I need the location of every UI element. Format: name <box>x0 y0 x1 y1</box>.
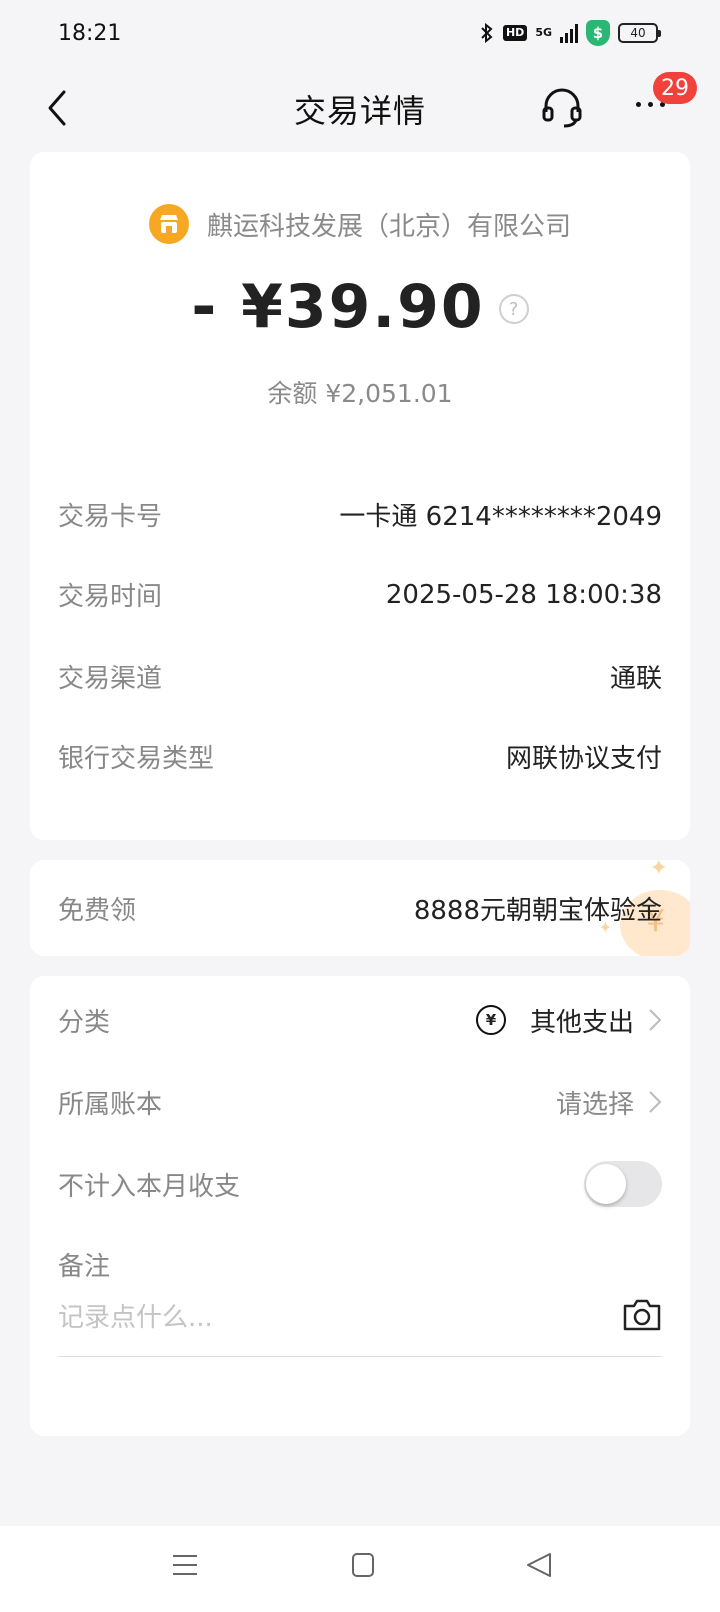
category-row[interactable]: 分类 ¥ 其他支出 <box>58 990 662 1050</box>
amount-row: - ¥39.90 ? <box>30 272 690 342</box>
book-selector[interactable]: 请选择 <box>556 1084 662 1121</box>
exclude-row: 不计入本月收支 <box>58 1152 662 1216</box>
detail-value: 2025-05-28 18:00:38 <box>385 579 662 610</box>
promo-card[interactable]: ✦ ✦ 免费领 8888元朝朝宝体验金 <box>30 860 690 956</box>
network-label: 5G <box>535 26 552 39</box>
battery-level: 40 <box>630 26 646 40</box>
transaction-card: 麒运科技发展（北京）有限公司 - ¥39.90 ? 余额 ¥2,051.01 交… <box>30 152 690 840</box>
merchant-name: 麒运科技发展（北京）有限公司 <box>206 211 571 242</box>
back-button[interactable] <box>42 86 72 130</box>
toggle-knob <box>586 1164 626 1204</box>
more-dots-icon <box>636 102 665 107</box>
detail-row-type: 银行交易类型 网联协议支付 <box>58 738 662 775</box>
detail-label: 银行交易类型 <box>58 744 215 774</box>
promo-value: 8888元朝朝宝体验金 <box>413 895 662 926</box>
note-input[interactable] <box>58 1294 588 1342</box>
detail-row-time: 交易时间 2025-05-28 18:00:38 <box>58 576 662 613</box>
headset-icon[interactable] <box>540 86 584 130</box>
balance-text: 余额 ¥2,051.01 <box>267 379 453 408</box>
page-title: 交易详情 <box>293 92 426 130</box>
detail-row-channel: 交易渠道 通联 <box>58 658 662 695</box>
transaction-amount: - ¥39.90 <box>191 272 485 342</box>
menu-lines-icon[interactable] <box>172 1552 198 1578</box>
notification-badge: 29 <box>653 72 697 104</box>
triangle-back-icon[interactable] <box>526 1552 552 1578</box>
category-label: 分类 <box>58 1007 111 1038</box>
signal-icon <box>560 23 578 43</box>
settings-card: 分类 ¥ 其他支出 所属账本 请选择 不计入本月收支 备注 <box>30 976 690 1436</box>
yuan-circle-icon: ¥ <box>475 1005 506 1035</box>
detail-label: 交易时间 <box>58 582 163 612</box>
chevron-right-icon <box>649 1009 662 1031</box>
hd-badge: HD <box>502 25 528 41</box>
detail-row-card: 交易卡号 一卡通 6214********2049 <box>58 496 662 533</box>
category-value: 其他支出 <box>529 1007 634 1038</box>
detail-label: 交易卡号 <box>58 502 163 532</box>
detail-value: 网联协议支付 <box>505 744 662 774</box>
battery-icon: 40 <box>618 23 661 43</box>
note-underline <box>58 1356 662 1357</box>
exclude-toggle[interactable] <box>584 1161 662 1207</box>
nav-bar: 交易详情 <box>0 70 720 148</box>
store-icon <box>148 204 189 244</box>
status-icons: HD 5G $ 40 <box>479 20 661 46</box>
chevron-right-icon <box>649 1091 662 1113</box>
system-nav-bar <box>0 1526 720 1612</box>
status-time: 18:21 <box>58 20 122 46</box>
security-shield-icon: $ <box>586 20 610 46</box>
note-label: 备注 <box>58 1251 111 1282</box>
merchant-row: 麒运科技发展（北京）有限公司 <box>30 204 690 244</box>
bluetooth-icon <box>481 22 493 44</box>
detail-value: 通联 <box>609 664 662 694</box>
question-circle-icon[interactable]: ? <box>498 294 529 324</box>
promo-label: 免费领 <box>58 895 137 926</box>
home-square-icon[interactable] <box>351 1552 375 1578</box>
book-label: 所属账本 <box>58 1089 163 1120</box>
promo-row[interactable]: 免费领 8888元朝朝宝体验金 <box>58 860 662 956</box>
exclude-label: 不计入本月收支 <box>58 1171 241 1202</box>
camera-icon[interactable] <box>622 1298 662 1332</box>
book-row[interactable]: 所属账本 请选择 <box>58 1072 662 1132</box>
status-bar: 18:21 HD 5G $ 40 <box>0 0 720 66</box>
book-value: 请选择 <box>555 1089 634 1120</box>
note-header-row: 备注 <box>58 1234 662 1294</box>
detail-value: 一卡通 6214********2049 <box>339 502 662 532</box>
detail-label: 交易渠道 <box>58 664 163 694</box>
category-selector[interactable]: ¥ 其他支出 <box>475 1002 662 1039</box>
